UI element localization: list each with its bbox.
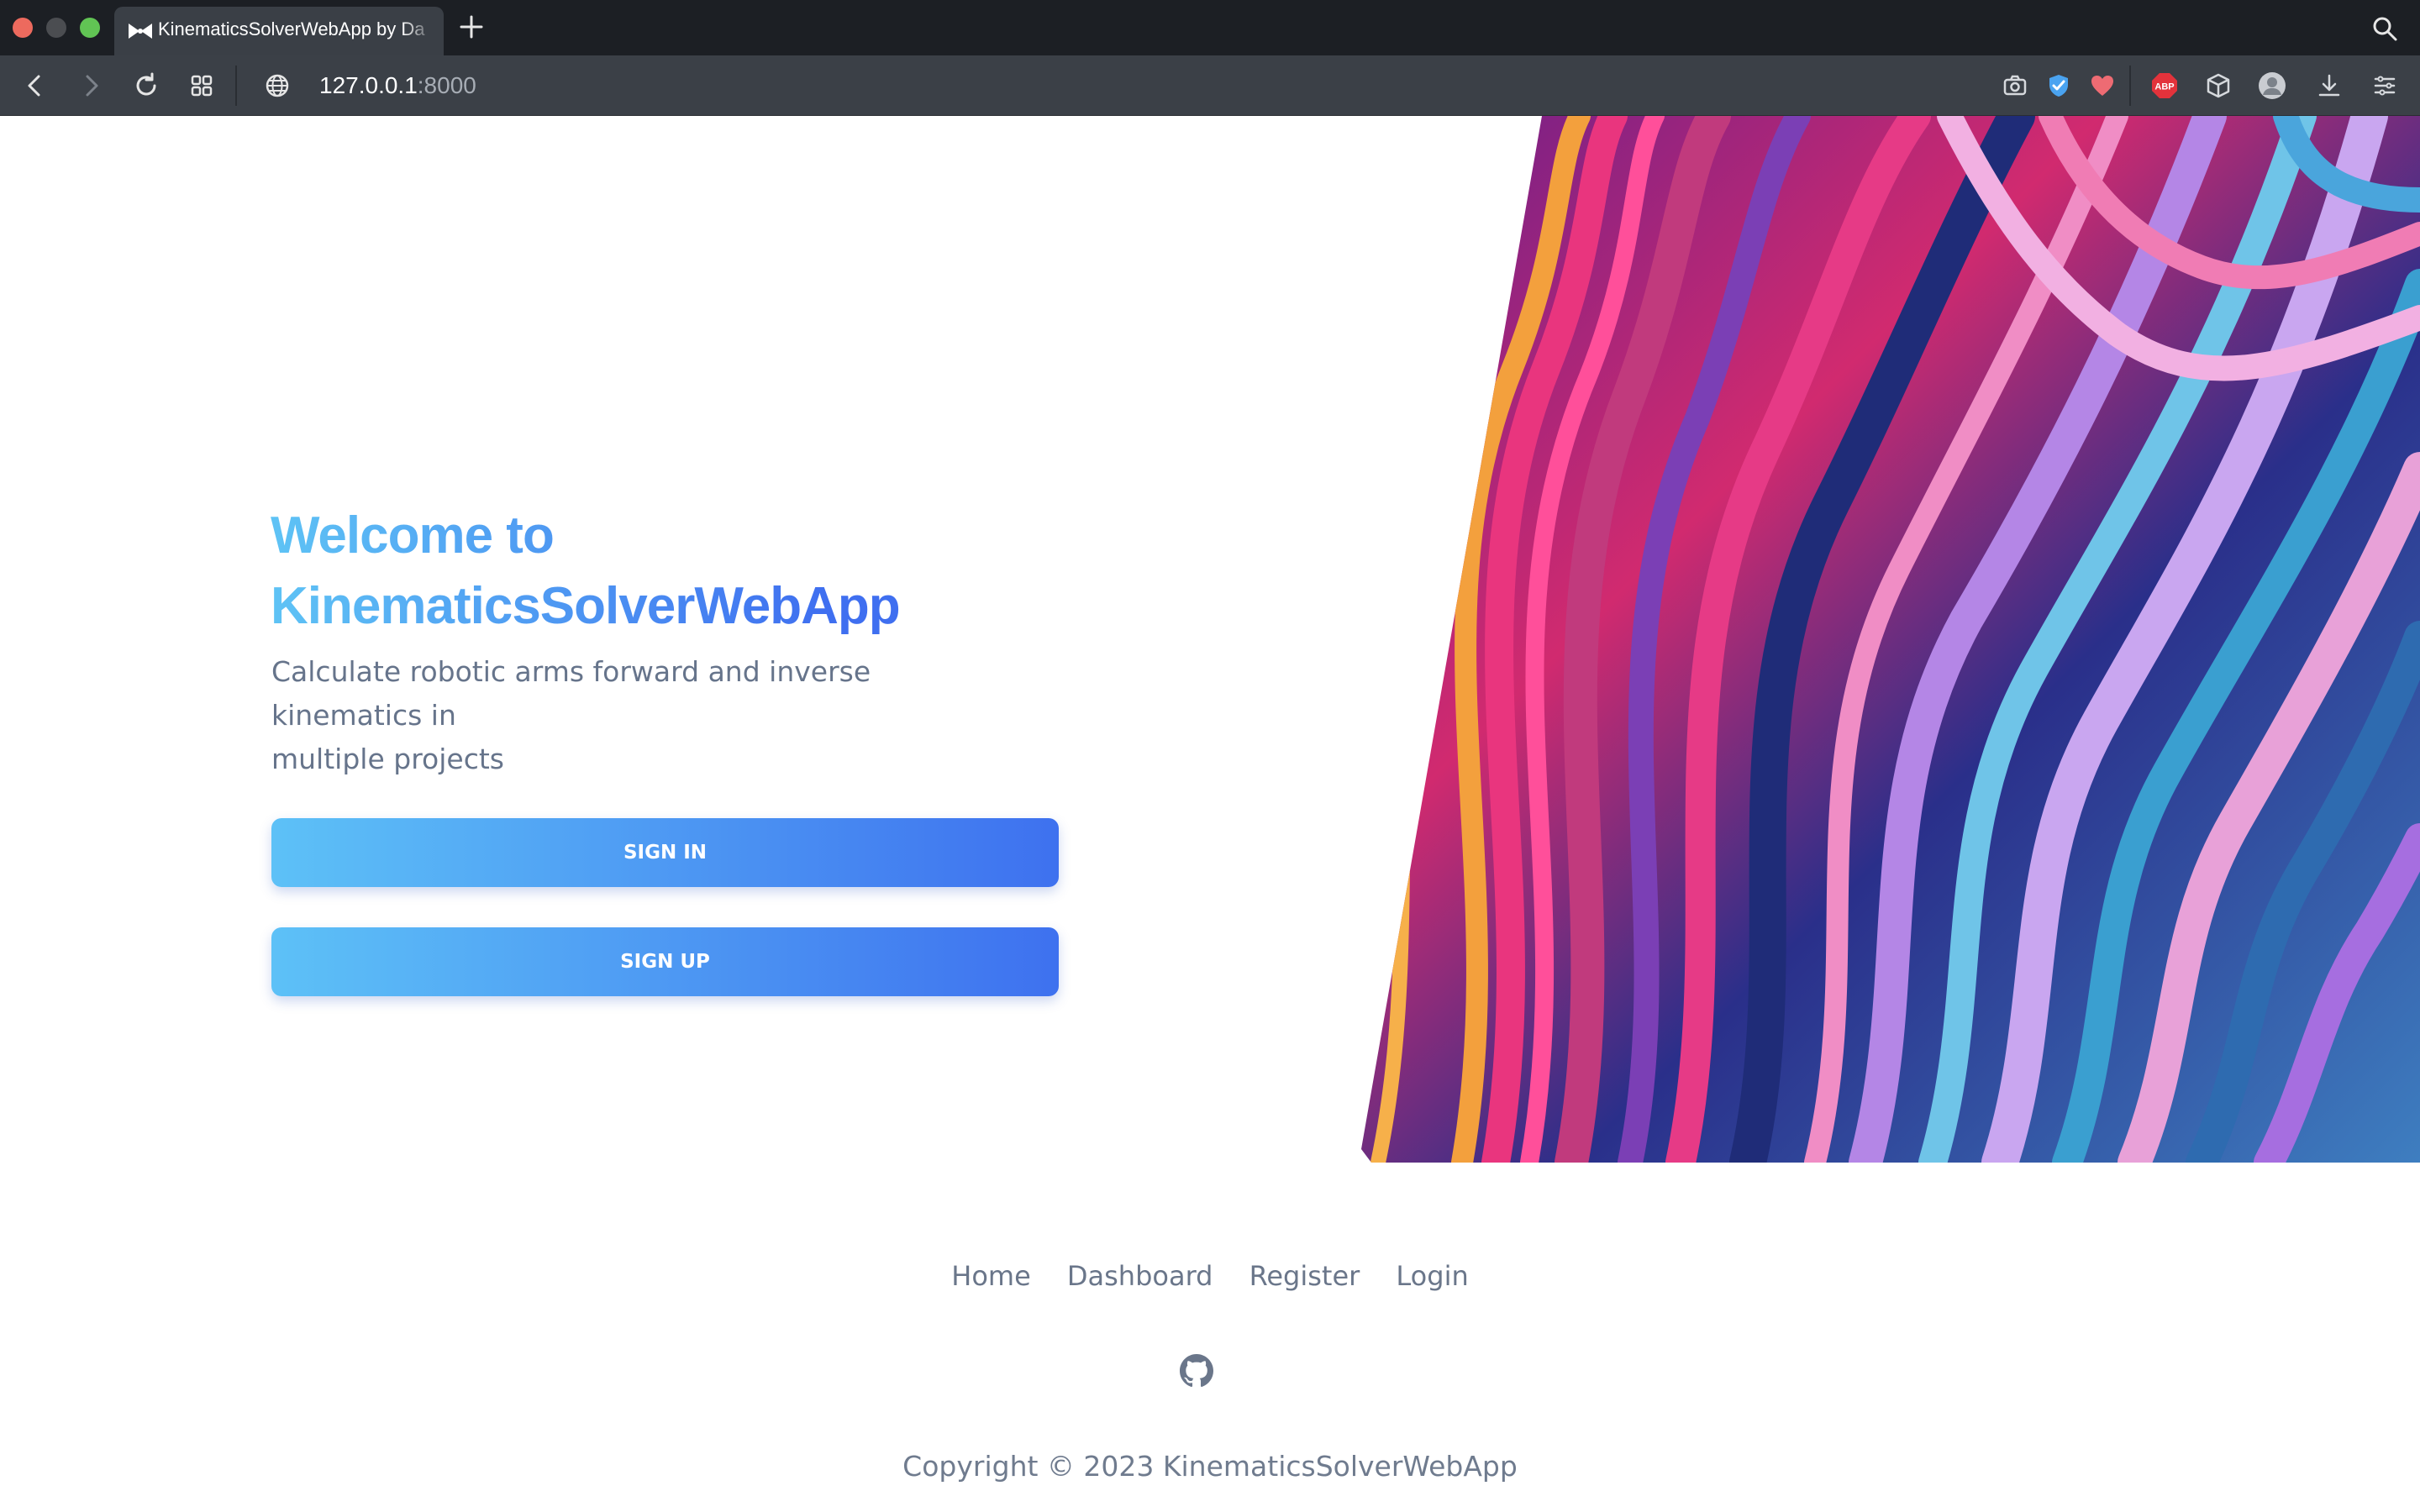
minimize-window-button[interactable]: [46, 18, 66, 38]
hero-subtitle: Calculate robotic arms forward and inver…: [271, 650, 1028, 781]
toolbar-divider: [235, 66, 237, 106]
browser-tab-bar: KinematicsSolverWebApp by Da: [0, 0, 2420, 55]
sign-up-button[interactable]: SIGN UP: [271, 927, 1059, 996]
url-field[interactable]: 127.0.0.1:8000: [319, 72, 476, 99]
tab-search-icon[interactable]: [2371, 15, 2398, 42]
cube-icon[interactable]: [2203, 71, 2233, 101]
footer-link-register[interactable]: Register: [1249, 1260, 1360, 1292]
favicon-icon: [129, 24, 152, 39]
tab-title: KinematicsSolverWebApp by Da: [158, 18, 425, 39]
heart-icon[interactable]: [2087, 71, 2118, 101]
copyright-text: Copyright © 2023 KinematicsSolverWebApp: [902, 1450, 1518, 1483]
new-tab-icon[interactable]: [459, 14, 484, 39]
maximize-window-button[interactable]: [80, 18, 100, 38]
extensions-divider: [2129, 66, 2131, 106]
adblock-icon[interactable]: ABP: [2149, 71, 2180, 101]
shield-check-icon[interactable]: [2044, 71, 2074, 101]
browser-tab[interactable]: KinematicsSolverWebApp by Da: [114, 7, 444, 55]
hero-abstract-image: [1361, 116, 2420, 1163]
hero-title-line2: KinematicsSolverWebApp: [271, 577, 900, 635]
menu-icon[interactable]: [2370, 71, 2400, 101]
back-icon[interactable]: [20, 71, 50, 101]
footer-nav: Home Dashboard Register Login: [0, 1260, 2420, 1292]
footer-link-home[interactable]: Home: [951, 1260, 1031, 1292]
download-icon[interactable]: [2314, 71, 2344, 101]
svg-text:ABP: ABP: [2154, 82, 2174, 92]
reload-icon[interactable]: [131, 71, 161, 101]
globe-icon: [266, 74, 289, 97]
github-icon[interactable]: [1180, 1354, 1213, 1388]
url-port: :8000: [417, 72, 476, 98]
profile-icon[interactable]: [2257, 71, 2287, 101]
hero-subtitle-line2: multiple projects: [271, 743, 504, 775]
browser-address-bar: 127.0.0.1:8000 ABP: [0, 55, 2420, 116]
hero-title-line1: Welcome to: [271, 507, 554, 564]
hero-title: Welcome to KinematicsSolverWebApp: [271, 501, 1195, 642]
forward-icon[interactable]: [76, 71, 106, 101]
close-window-button[interactable]: [13, 18, 33, 38]
page-content: Welcome to KinematicsSolverWebApp Calcul…: [0, 116, 2420, 1512]
footer-link-login[interactable]: Login: [1396, 1260, 1468, 1292]
tab-grid-icon[interactable]: [187, 71, 217, 101]
camera-icon[interactable]: [2000, 71, 2030, 101]
footer-link-dashboard[interactable]: Dashboard: [1067, 1260, 1213, 1292]
url-host: 127.0.0.1: [319, 72, 418, 98]
hero-subtitle-line1: Calculate robotic arms forward and inver…: [271, 655, 871, 732]
sign-in-button[interactable]: SIGN IN: [271, 818, 1059, 887]
